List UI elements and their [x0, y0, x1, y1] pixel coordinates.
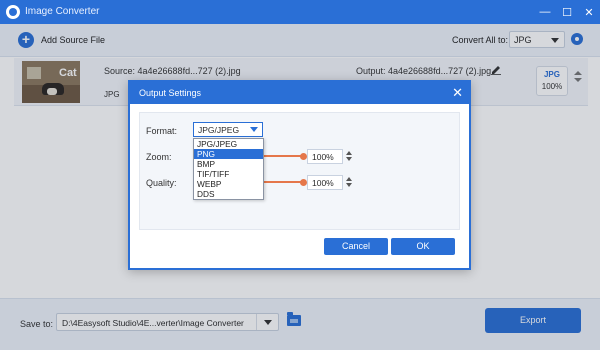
- zoom-stepper[interactable]: [345, 149, 353, 164]
- quality-stepper[interactable]: [345, 175, 353, 190]
- app-logo-icon: [6, 5, 20, 19]
- dialog-title: Output Settings: [139, 88, 202, 98]
- chevron-up-icon[interactable]: [346, 177, 352, 181]
- cancel-button[interactable]: Cancel: [324, 238, 388, 255]
- quality-slider-handle[interactable]: [300, 179, 307, 186]
- format-dropdown-list: JPG/JPEG PNG BMP TIF/TIFF WEBP DDS: [193, 138, 264, 200]
- zoom-slider-handle[interactable]: [300, 153, 307, 160]
- dialog-body: Format: JPG/JPEG Zoom: 100% Quality: 100…: [139, 112, 460, 230]
- format-select[interactable]: JPG/JPEG: [193, 122, 263, 137]
- zoom-input[interactable]: 100%: [307, 149, 343, 164]
- chevron-down-icon: [250, 127, 258, 132]
- title-bar: Image Converter — ☐ ✕: [0, 0, 600, 24]
- maximize-button[interactable]: ☐: [556, 0, 578, 24]
- dialog-header: Output Settings ✕: [130, 82, 469, 104]
- format-value: JPG/JPEG: [198, 125, 240, 135]
- quality-label: Quality:: [146, 178, 177, 188]
- window-title: Image Converter: [25, 6, 100, 17]
- format-option[interactable]: BMP: [194, 159, 263, 169]
- chevron-down-icon[interactable]: [346, 183, 352, 187]
- format-option[interactable]: TIF/TIFF: [194, 169, 263, 179]
- ok-button[interactable]: OK: [391, 238, 455, 255]
- format-option[interactable]: WEBP: [194, 179, 263, 189]
- chevron-down-icon[interactable]: [346, 157, 352, 161]
- zoom-label: Zoom:: [146, 152, 172, 162]
- minimize-button[interactable]: —: [534, 0, 556, 24]
- quality-input[interactable]: 100%: [307, 175, 343, 190]
- close-button[interactable]: ✕: [578, 0, 600, 24]
- output-settings-dialog: Output Settings ✕ Format: JPG/JPEG Zoom:…: [128, 80, 471, 270]
- format-option[interactable]: JPG/JPEG: [194, 139, 263, 149]
- format-option-highlighted[interactable]: PNG: [194, 149, 263, 159]
- format-label: Format:: [146, 126, 178, 136]
- chevron-up-icon[interactable]: [346, 151, 352, 155]
- format-option[interactable]: DDS: [194, 189, 263, 199]
- close-icon[interactable]: ✕: [452, 85, 463, 100]
